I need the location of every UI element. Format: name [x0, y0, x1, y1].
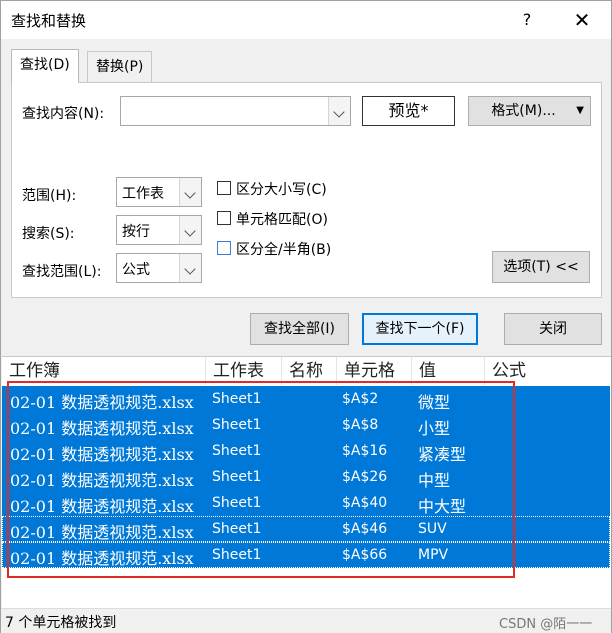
find-panel: 查找内容(N): 预览* 格式(M)... ▼ 范围(H): 工作表 搜索(S)…	[11, 82, 602, 298]
status-bar: 7 个单元格被找到 CSDN @陌一一	[1, 608, 611, 633]
row-workbook: 02-01 数据透视规范.xlsx	[10, 419, 194, 438]
dropdown-arrow-icon: ▼	[576, 105, 584, 116]
row-value: 小型	[418, 419, 451, 438]
column-header-formula[interactable]: 公式	[485, 357, 611, 385]
row-workbook: 02-01 数据透视规范.xlsx	[10, 393, 194, 412]
table-row[interactable]: 02-01 数据透视规范.xlsx Sheet1 $A$66 MPV	[2, 542, 610, 568]
row-value: 微型	[418, 393, 451, 412]
options-button[interactable]: 选项(T) <<	[492, 251, 590, 283]
row-sheet: Sheet1	[212, 417, 262, 433]
row-sheet: Sheet1	[212, 469, 262, 485]
row-value: 中大型	[418, 497, 467, 516]
match-width-label: 区分全/半角(B)	[236, 242, 332, 258]
find-all-button[interactable]: 查找全部(I)	[250, 313, 349, 345]
find-what-combo[interactable]	[120, 96, 351, 126]
lookin-label: 查找范围(L):	[22, 264, 102, 280]
row-value: MPV	[418, 547, 449, 563]
help-button[interactable]: ?	[513, 7, 541, 33]
row-value: 中型	[418, 471, 451, 490]
row-value: SUV	[418, 521, 447, 537]
tab-find[interactable]: 查找(D)	[11, 49, 79, 83]
column-header-value[interactable]: 值	[412, 357, 485, 385]
table-row[interactable]: 02-01 数据透视规范.xlsx Sheet1 $A$26 中型	[2, 464, 610, 490]
table-row[interactable]: 02-01 数据透视规范.xlsx Sheet1 $A$2 微型	[2, 386, 610, 412]
table-row[interactable]: 02-01 数据透视规范.xlsx Sheet1 $A$40 中大型	[2, 490, 610, 516]
row-cell: $A$2	[342, 391, 379, 407]
row-sheet: Sheet1	[212, 495, 262, 511]
chevron-down-icon[interactable]	[179, 254, 201, 282]
column-header-workbook[interactable]: 工作簿	[2, 357, 206, 385]
dialog-title: 查找和替换	[11, 12, 87, 30]
match-cell-checkbox[interactable]	[217, 211, 231, 225]
row-workbook: 02-01 数据透视规范.xlsx	[10, 523, 194, 542]
lookin-select[interactable]: 公式	[116, 253, 202, 283]
format-button[interactable]: 格式(M)... ▼	[468, 96, 591, 126]
table-row[interactable]: 02-01 数据透视规范.xlsx Sheet1 $A$46 SUV	[2, 516, 610, 542]
scope-label: 范围(H):	[22, 188, 77, 204]
row-cell: $A$40	[342, 495, 388, 511]
search-label: 搜索(S):	[22, 226, 75, 242]
title-bar: 查找和替换 ? ✕	[1, 1, 611, 39]
close-icon[interactable]: ✕	[567, 7, 597, 33]
column-header-sheet[interactable]: 工作表	[206, 357, 282, 385]
row-sheet: Sheet1	[212, 391, 262, 407]
lookin-value: 公式	[122, 262, 150, 278]
column-header-name[interactable]: 名称	[282, 357, 337, 385]
find-next-button[interactable]: 查找下一个(F)	[362, 313, 478, 345]
find-replace-dialog: 查找和替换 ? ✕ 查找(D) 替换(P) 查找内容(N): 预览* 格式(M)…	[0, 0, 612, 633]
row-cell: $A$46	[342, 521, 388, 537]
chevron-down-icon[interactable]	[179, 178, 201, 206]
row-sheet: Sheet1	[212, 521, 262, 537]
scope-value: 工作表	[122, 186, 164, 202]
row-cell: $A$16	[342, 443, 388, 459]
tab-replace-label: 替换(P)	[96, 59, 144, 75]
match-width-checkbox[interactable]	[217, 241, 231, 255]
table-row[interactable]: 02-01 数据透视规范.xlsx Sheet1 $A$8 小型	[2, 412, 610, 438]
find-what-label: 查找内容(N):	[22, 106, 105, 122]
tab-find-label: 查找(D)	[20, 57, 70, 73]
match-case-checkbox[interactable]	[217, 181, 231, 195]
search-order-value: 按行	[122, 224, 150, 240]
row-workbook: 02-01 数据透视规范.xlsx	[10, 497, 194, 516]
search-order-select[interactable]: 按行	[116, 215, 202, 245]
close-button[interactable]: 关闭	[504, 313, 602, 345]
match-case-label: 区分大小写(C)	[236, 182, 327, 198]
scope-select[interactable]: 工作表	[116, 177, 202, 207]
preview-button[interactable]: 预览*	[362, 96, 455, 126]
row-workbook: 02-01 数据透视规范.xlsx	[10, 471, 194, 490]
column-header-cell[interactable]: 单元格	[337, 357, 412, 385]
table-row[interactable]: 02-01 数据透视规范.xlsx Sheet1 $A$16 紧凑型	[2, 438, 610, 464]
status-text: 7 个单元格被找到	[5, 615, 117, 631]
watermark-text: CSDN @陌一一	[499, 617, 593, 632]
match-cell-label: 单元格匹配(O)	[236, 212, 328, 228]
row-cell: $A$66	[342, 547, 388, 563]
row-sheet: Sheet1	[212, 547, 262, 563]
row-cell: $A$26	[342, 469, 388, 485]
format-label: 格式(M)...	[491, 103, 556, 119]
chevron-down-icon[interactable]	[328, 97, 350, 125]
row-workbook: 02-01 数据透视规范.xlsx	[10, 445, 194, 464]
row-workbook: 02-01 数据透视规范.xlsx	[10, 549, 194, 568]
row-value: 紧凑型	[418, 445, 467, 464]
row-sheet: Sheet1	[212, 443, 262, 459]
row-cell: $A$8	[342, 417, 379, 433]
tab-replace[interactable]: 替换(P)	[87, 51, 153, 83]
chevron-down-icon[interactable]	[179, 216, 201, 244]
results-list[interactable]: 工作簿 工作表 名称 单元格 值 公式 02-01 数据透视规范.xlsx Sh…	[2, 356, 611, 608]
